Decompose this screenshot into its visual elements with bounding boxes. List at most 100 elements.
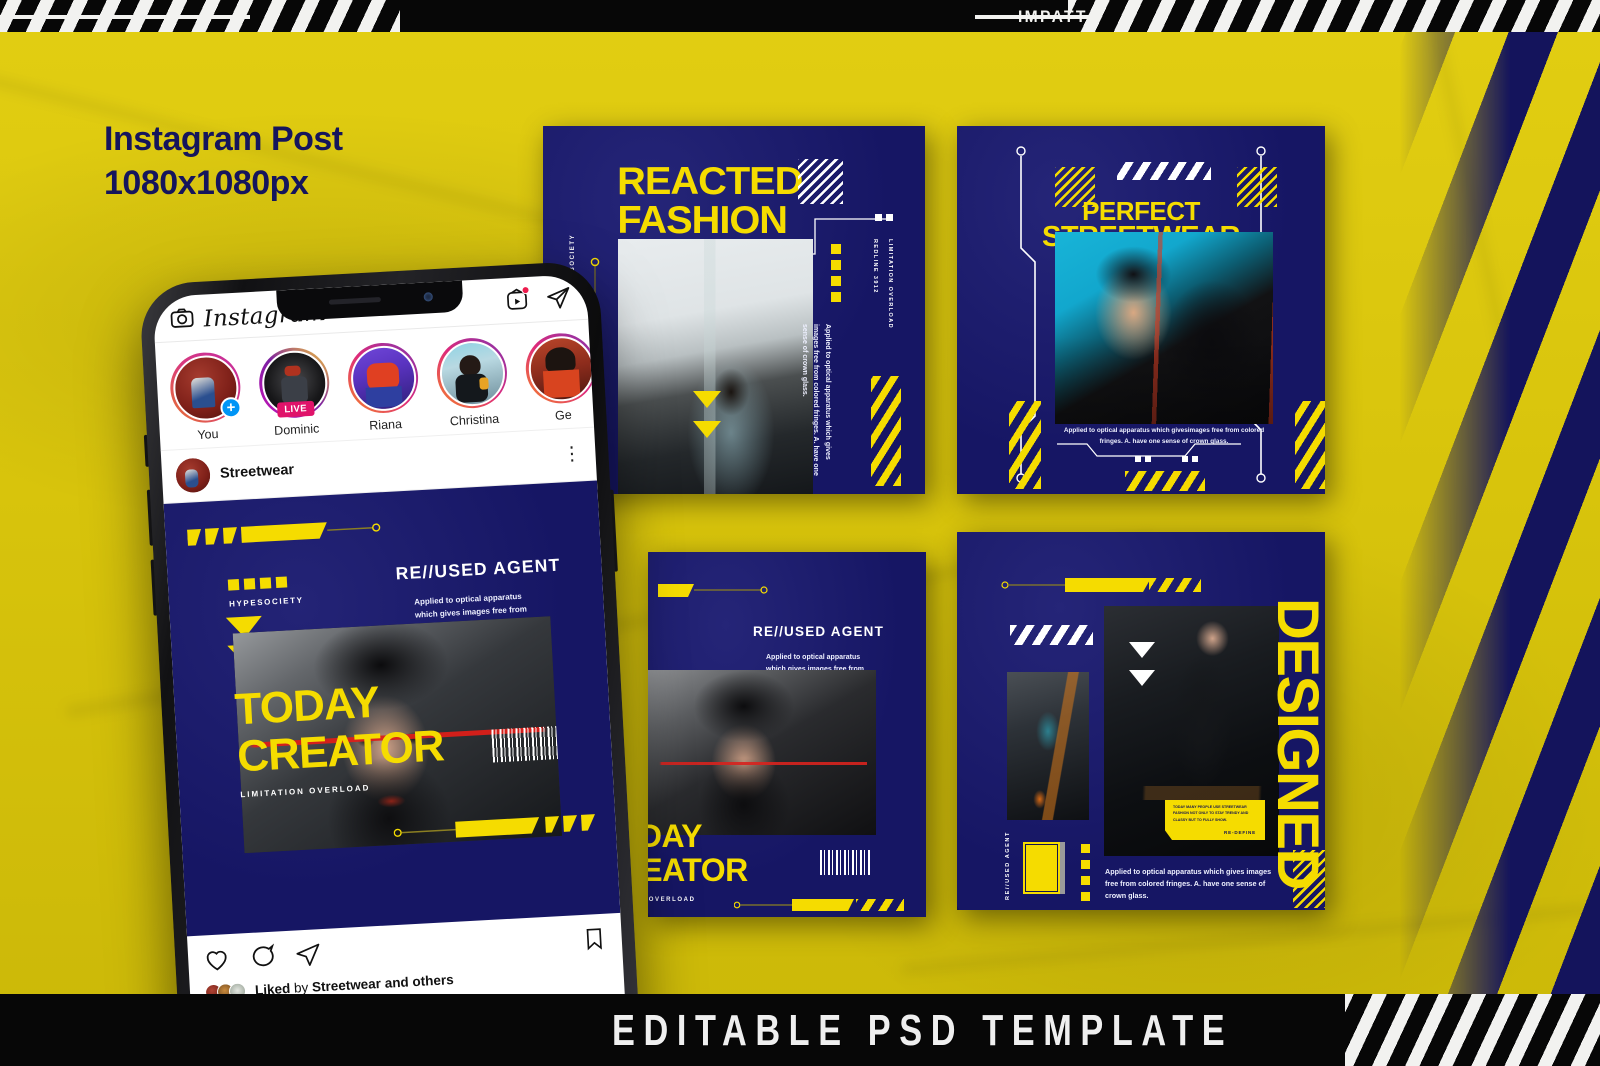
story-ring: [346, 341, 420, 415]
card2-marker: [1145, 456, 1151, 462]
avatar: [526, 334, 596, 403]
post-dot-row: [227, 576, 288, 591]
story-name: Dominic: [273, 421, 320, 438]
liked-user[interactable]: Streetwear: [312, 976, 382, 995]
post-arrow-top: [187, 522, 381, 546]
bottom-banner: EDITABLE PSD TEMPLATE: [0, 994, 1600, 1066]
phone-screen[interactable]: Instagram + You LIVE Dominic Riana Chris…: [152, 273, 630, 1066]
comment-icon[interactable]: [249, 943, 278, 976]
post-author-avatar[interactable]: [175, 457, 211, 494]
card1-photo: [618, 239, 813, 494]
card3-stripes: [856, 899, 904, 911]
bottom-banner-text: EDITABLE PSD TEMPLATE: [612, 1006, 1234, 1055]
top-right-stripes: [1068, 0, 1600, 32]
earpiece-speaker: [328, 296, 381, 305]
phone-chassis: Instagram + You LIVE Dominic Riana Chris…: [138, 260, 642, 1066]
card4-vertical-label: RE//USED AGENT: [1005, 831, 1011, 900]
post-image[interactable]: HYPESOCIETY RE//USED AGENT Applied to op…: [163, 480, 621, 937]
phone-mockup: Instagram + You LIVE Dominic Riana Chris…: [138, 260, 642, 1066]
card4-dot: [1081, 876, 1090, 885]
card4-white-stripes: [1010, 625, 1093, 645]
story-item[interactable]: LIVE Dominic: [253, 345, 336, 439]
card4-dot: [1081, 860, 1090, 869]
post-author-name[interactable]: Streetwear: [220, 462, 295, 482]
post-card-perfect-streetwear[interactable]: PERFECT STREETWEAR Applied to optical ap…: [957, 126, 1325, 494]
card1-body: Applied to optical apparatus which gives…: [800, 324, 831, 476]
post-barcode: [491, 726, 558, 763]
page-title: Instagram Post 1080x1080px: [104, 118, 343, 205]
card1-triangle-1: [693, 391, 721, 408]
card4-data-box: [1023, 842, 1065, 894]
post-card-today-creator[interactable]: RE//USED AGENT Applied to optical appara…: [648, 552, 926, 917]
add-story-button[interactable]: +: [219, 396, 243, 419]
card2-marker: [1182, 456, 1188, 462]
story-ring: [523, 331, 598, 406]
card4-tag: TODAY MANY PEOPLE USE STREETWEAR FASHION…: [1165, 800, 1265, 840]
card3-title-line2: CREATOR: [648, 852, 748, 888]
card1-stripe-block: [871, 376, 901, 486]
card1-dot: [831, 276, 841, 286]
story-item[interactable]: + You: [165, 350, 248, 444]
post-title-line1: TODAY: [233, 677, 381, 735]
card3-arrow-top: [658, 584, 768, 597]
story-item[interactable]: Ge: [520, 331, 603, 424]
card4-hatch: [1293, 850, 1325, 908]
post-kicker: HYPESOCIETY: [228, 595, 304, 609]
card1-dot: [831, 292, 841, 302]
story-name: Riana: [368, 417, 403, 433]
card3-footer: LIMITATION OVERLOAD: [648, 897, 696, 903]
card3-barcode: [820, 850, 870, 875]
card1-marker-a: [875, 214, 882, 221]
igtv-icon[interactable]: [504, 285, 530, 317]
bookmark-icon[interactable]: [581, 926, 608, 957]
card1-title-line1: REACTED: [617, 160, 803, 203]
story-name: Ge: [554, 407, 573, 423]
card4-photo-small: [1007, 672, 1089, 820]
card4-dot: [1081, 844, 1090, 853]
card2-stripes-br: [1295, 401, 1325, 489]
card2-stripes-bl: [1009, 401, 1041, 489]
card4-body: Applied to optical apparatus which gives…: [1105, 867, 1272, 900]
card1-dot: [831, 244, 841, 254]
card1-hatch-block: [798, 159, 843, 204]
top-rule-left: [0, 15, 250, 19]
card4-tag-signature: RE-DEFINE: [1224, 830, 1256, 835]
card4-tag-body: TODAY MANY PEOPLE USE STREETWEAR FASHION…: [1173, 805, 1249, 822]
share-icon[interactable]: [294, 941, 322, 973]
like-icon[interactable]: [203, 945, 232, 978]
direct-message-icon[interactable]: [545, 284, 572, 315]
story-item[interactable]: Christina: [431, 336, 514, 429]
post-label: RE//USED AGENT: [395, 554, 561, 584]
card1-marker-b: [886, 214, 893, 221]
card4-triangle-1: [1129, 642, 1155, 658]
card4-triangle-2: [1129, 670, 1155, 686]
card3-label: RE//USED AGENT: [753, 624, 885, 639]
card2-stripes-bottom: [1125, 471, 1205, 491]
edge-chevron-pattern: [1400, 32, 1600, 994]
mockup-stage: IMPATT Instagram Post 1080x1080px HYPESO…: [0, 0, 1600, 1066]
card4-vertical-title: DESIGNED: [1265, 598, 1325, 889]
bottom-right-stripes: [1345, 994, 1600, 1066]
page-title-line1: Instagram Post: [104, 120, 343, 158]
card1-dot: [831, 260, 841, 270]
card1-side-label-2: LIMITATION OVERLOAD: [887, 239, 893, 329]
story-name: Christina: [449, 411, 500, 429]
story-name: You: [196, 426, 219, 443]
liked-suffix: and others: [384, 972, 455, 991]
card3-title-line1: TODAY: [648, 818, 702, 854]
story-item[interactable]: Riana: [342, 341, 425, 434]
post-menu-icon[interactable]: ⋮: [562, 443, 582, 465]
card1-triangle-2: [693, 421, 721, 438]
camera-icon[interactable]: [169, 305, 196, 336]
card4-dot: [1081, 892, 1090, 901]
post-card-designed[interactable]: TODAY MANY PEOPLE USE STREETWEAR FASHION…: [957, 532, 1325, 910]
live-badge: LIVE: [276, 400, 315, 418]
card2-marker: [1135, 456, 1141, 462]
card2-photo: [1055, 232, 1273, 424]
card3-photo: [648, 670, 876, 835]
front-camera: [423, 292, 434, 302]
post-title-line2: CREATOR: [236, 721, 445, 782]
top-banner: IMPATT: [0, 0, 1600, 32]
card2-top-stripes: [1117, 162, 1211, 180]
avatar: [348, 343, 418, 413]
